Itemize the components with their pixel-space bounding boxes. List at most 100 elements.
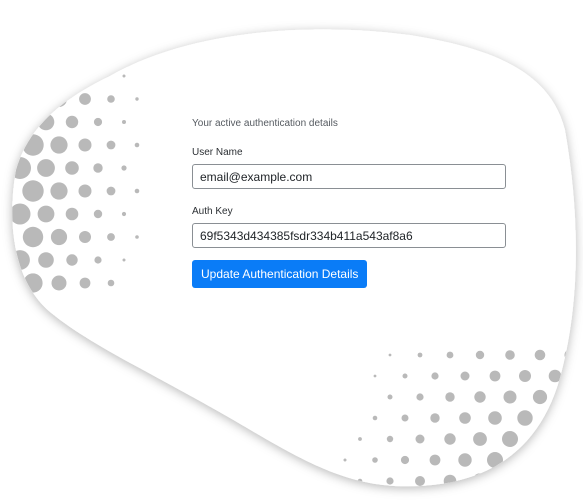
pattern-dot	[400, 455, 410, 465]
pattern-dot	[107, 49, 115, 57]
pattern-dot	[502, 431, 518, 447]
pattern-dot	[134, 142, 140, 148]
pattern-dot	[515, 450, 535, 470]
pattern-dot	[65, 161, 79, 175]
user-name-input[interactable]	[192, 164, 506, 189]
pattern-dot	[93, 209, 103, 219]
pattern-dot	[38, 68, 54, 84]
pattern-dot	[22, 180, 44, 202]
pattern-dot	[373, 374, 377, 378]
pattern-dot	[78, 184, 92, 198]
pattern-dot	[560, 429, 576, 449]
pattern-dot	[531, 430, 549, 448]
pattern-dot	[475, 350, 485, 360]
pattern-dot	[93, 163, 103, 173]
auth-settings-card: Your active authentication details User …	[0, 0, 583, 500]
pattern-dot	[38, 252, 54, 268]
pattern-dot	[134, 188, 140, 194]
pattern-dot	[534, 349, 546, 361]
pattern-dot	[94, 72, 102, 80]
pattern-dot	[545, 450, 565, 470]
pattern-dot	[107, 233, 115, 241]
pattern-dot	[65, 115, 79, 129]
pattern-dot	[22, 134, 44, 156]
pattern-dot	[357, 478, 363, 484]
pattern-dot	[12, 111, 31, 133]
pattern-dot	[343, 458, 347, 462]
pattern-dot	[577, 410, 583, 427]
pattern-dot	[401, 414, 409, 422]
pattern-dot	[445, 392, 455, 402]
pattern-dot	[487, 452, 503, 468]
pattern-dot	[458, 453, 472, 467]
pattern-dot	[548, 369, 562, 383]
user-name-label: User Name	[192, 147, 243, 158]
pattern-dot	[78, 138, 92, 152]
pattern-dot	[93, 117, 103, 127]
pattern-dot	[415, 476, 425, 486]
pattern-dot	[372, 415, 378, 421]
pattern-dot	[66, 254, 78, 266]
pattern-dot	[446, 351, 454, 359]
pattern-dot	[386, 477, 394, 485]
pattern-dot	[387, 394, 393, 400]
auth-key-input[interactable]	[192, 223, 506, 248]
pattern-dot	[416, 393, 424, 401]
pattern-dot	[51, 91, 67, 107]
pattern-dot	[106, 186, 116, 196]
pattern-dot	[472, 473, 488, 487]
pattern-dot	[50, 182, 68, 200]
pattern-dot	[22, 226, 44, 248]
pattern-dot	[473, 432, 487, 446]
pattern-dot	[50, 228, 68, 246]
pattern-dot	[107, 279, 115, 287]
pattern-dot	[37, 113, 55, 131]
pattern-dot	[417, 352, 423, 358]
pattern-dot	[66, 70, 78, 82]
pattern-dot	[79, 93, 91, 105]
pattern-dot	[94, 256, 102, 264]
auth-key-label: Auth Key	[192, 206, 233, 217]
form-subtitle: Your active authentication details	[192, 118, 338, 129]
pattern-dot	[135, 97, 139, 101]
pattern-dot	[459, 412, 471, 424]
pattern-dot	[529, 470, 551, 487]
pattern-dot	[50, 136, 68, 154]
pattern-dot	[12, 66, 30, 86]
pattern-dot	[546, 409, 564, 427]
pattern-dot	[386, 435, 394, 443]
pattern-dot	[22, 88, 44, 110]
pattern-dot	[488, 411, 502, 425]
pattern-dot	[38, 29, 54, 38]
pattern-dot	[489, 370, 501, 382]
pattern-dot	[429, 454, 441, 466]
pattern-dot	[122, 258, 126, 262]
pattern-dot	[517, 410, 533, 426]
pattern-dot	[372, 457, 378, 463]
pattern-dot	[65, 207, 79, 221]
pattern-dot	[562, 389, 576, 405]
pattern-dot	[415, 434, 425, 444]
pattern-dot	[66, 29, 78, 36]
pattern-dot	[37, 205, 55, 223]
update-authentication-button[interactable]: Update Authentication Details	[192, 260, 368, 288]
pattern-dot	[388, 353, 392, 357]
pattern-dot	[79, 47, 91, 59]
pattern-dot	[430, 413, 440, 423]
pattern-dot	[121, 165, 127, 171]
pattern-dot	[460, 371, 470, 381]
pattern-dot	[532, 389, 548, 405]
pattern-dot	[474, 391, 486, 403]
pattern-dot	[12, 250, 30, 270]
pattern-dot	[107, 95, 115, 103]
pattern-dot	[12, 157, 31, 179]
pattern-dot	[79, 231, 91, 243]
pattern-dot	[23, 43, 43, 63]
pattern-dot	[564, 349, 576, 361]
pattern-dot	[443, 474, 457, 487]
pattern-dot	[358, 437, 362, 441]
pattern-dot	[402, 373, 408, 379]
pattern-dot	[51, 45, 67, 61]
pattern-dot	[122, 120, 126, 124]
pattern-dot	[106, 140, 116, 150]
